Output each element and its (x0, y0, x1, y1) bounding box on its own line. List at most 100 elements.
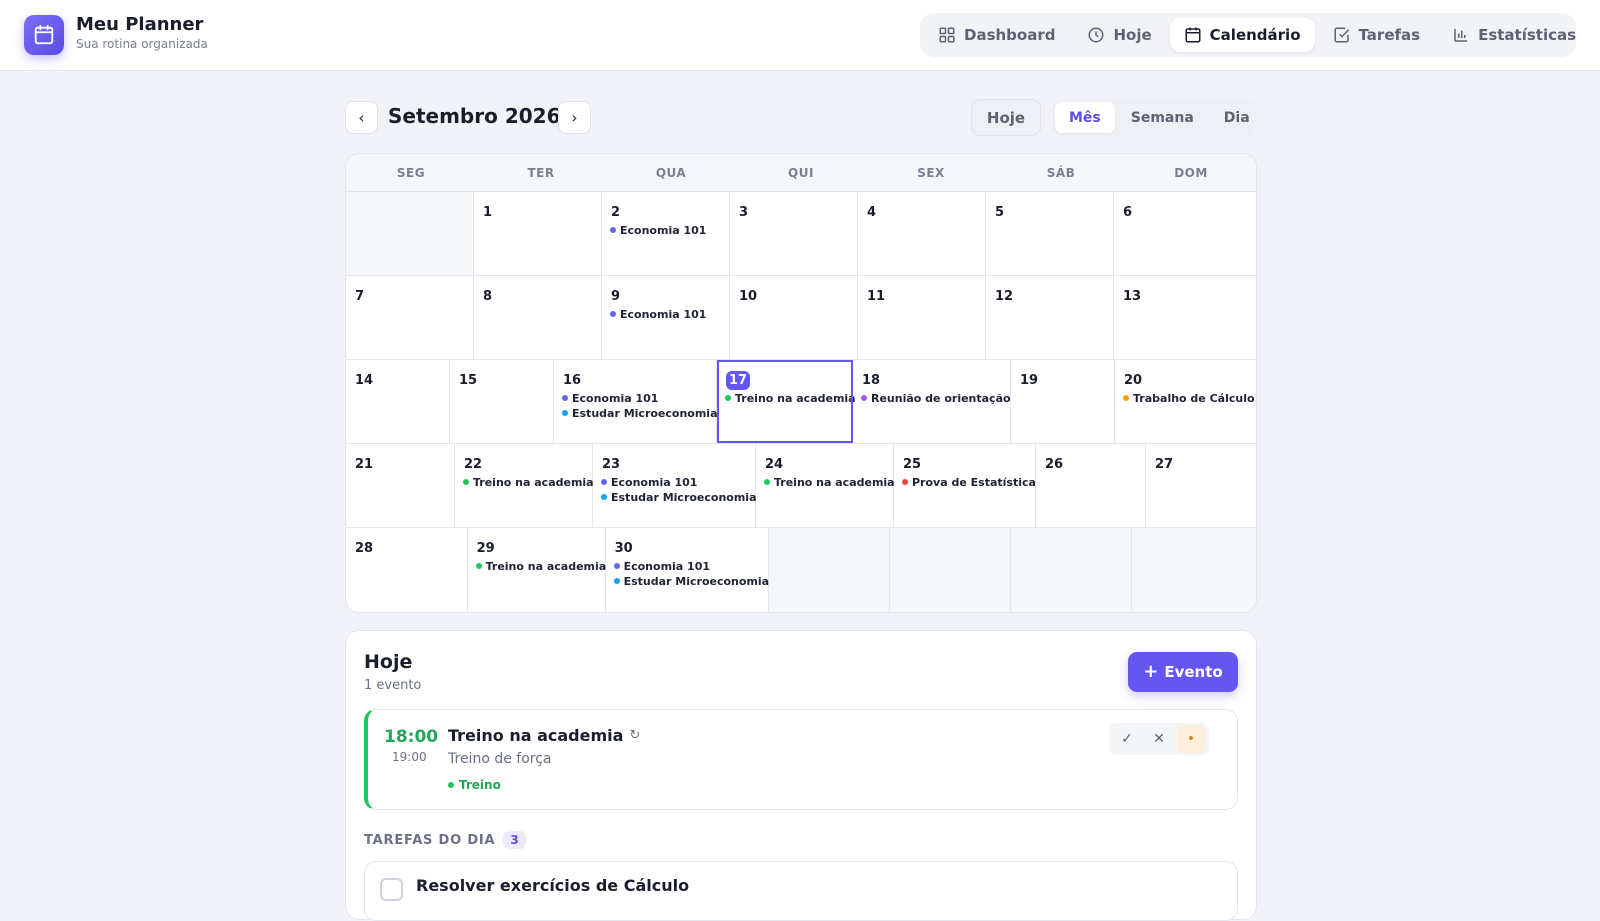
calendar-day[interactable]: 21 (346, 444, 455, 527)
calendar-day[interactable]: 28 (346, 528, 468, 612)
day-number: 12 (995, 286, 1107, 306)
calendar-event-chip[interactable]: Economia 101 (610, 307, 723, 321)
nav-tarefas[interactable]: Tarefas (1319, 18, 1435, 52)
calendar-event-chip[interactable]: Estudar Microeconomia (601, 490, 757, 504)
calendar-event-chip[interactable]: Treino na academia (725, 391, 856, 405)
calendar-day[interactable]: 8 (474, 276, 602, 359)
view-day[interactable]: Dia (1210, 102, 1264, 133)
day-number: 2 (611, 202, 723, 222)
cancel-event-button[interactable]: ✕ (1145, 725, 1173, 753)
day-number: 13 (1123, 286, 1238, 306)
day-number: 17 (726, 370, 846, 390)
day-number: 11 (867, 286, 979, 306)
calendar-event-label: Estudar Microeconomia (611, 490, 757, 504)
task-checkbox[interactable] (380, 878, 403, 901)
event-description: Treino de força (448, 751, 552, 767)
day-number: 23 (602, 454, 749, 474)
calendar-day[interactable]: 7 (346, 276, 474, 359)
event-category-label: Treino (459, 778, 501, 792)
calendar-day[interactable]: 4 (858, 192, 986, 275)
event-dot-icon (475, 563, 482, 569)
day-number: 10 (739, 286, 851, 306)
calendar-day[interactable]: 13 (1114, 276, 1244, 359)
calendar-day[interactable]: 15 (450, 360, 554, 443)
event-dot-icon (902, 479, 908, 485)
chevron-right-icon: › (571, 108, 578, 127)
day-number-text: 11 (867, 288, 886, 304)
nav-dashboard[interactable]: Dashboard (924, 18, 1069, 52)
calendar-day[interactable]: 26 (1036, 444, 1146, 527)
day-number: 6 (1123, 202, 1238, 222)
calendar-event-label: Prova de Estatística (912, 475, 1036, 489)
calendar-event-chip[interactable]: Trabalho de Cálculo (1123, 391, 1255, 405)
day-number-text: 6 (1123, 204, 1133, 220)
weekday-label: QUI (788, 165, 814, 180)
calendar-day[interactable]: 10 (730, 276, 858, 359)
calendar-event-label: Treino na academia (485, 559, 607, 573)
calendar-day-empty (1132, 528, 1256, 612)
calendar-event-label: Economia 101 (611, 475, 698, 489)
calendar-day-today[interactable]: 17 Treino na academia (717, 360, 856, 443)
nav-calendario[interactable]: Calendário (1169, 18, 1315, 52)
day-number-text: 28 (355, 540, 374, 556)
today-button[interactable]: Hoje (971, 99, 1041, 136)
calendar-day[interactable]: 6 (1114, 192, 1244, 275)
calendar-day[interactable]: 19 (1011, 360, 1115, 443)
calendar-day[interactable]: 9 Economia 101 (602, 276, 730, 359)
calendar-event-chip[interactable]: Reunião de orientação (861, 391, 1011, 405)
event-category-tag: Treino (448, 778, 501, 792)
view-week[interactable]: Semana (1117, 102, 1208, 133)
day-number: 29 (477, 538, 599, 558)
calendar-event-chip[interactable]: Treino na academia (475, 559, 606, 573)
add-event-button[interactable]: + Evento (1128, 652, 1238, 692)
calendar-event-chip[interactable]: Treino na academia (463, 475, 594, 489)
calendar-day[interactable]: 18 Reunião de orientação (853, 360, 1011, 443)
calendar-day[interactable]: 29 Treino na academia (467, 528, 606, 612)
calendar-day[interactable]: 20 Trabalho de Cálculo (1115, 360, 1255, 443)
calendar-day[interactable]: 23 Economia 101 Estudar Microeconomia (593, 444, 757, 527)
day-number: 20 (1124, 370, 1242, 390)
calendar-event-chip[interactable]: Economia 101 (610, 223, 723, 237)
calendar-day[interactable]: 22 Treino na academia (455, 444, 594, 527)
prev-month-button[interactable]: ‹ (345, 101, 378, 134)
nav-hoje[interactable]: Hoje (1073, 18, 1165, 52)
next-month-button[interactable]: › (558, 101, 591, 134)
calendar-day[interactable]: 30 Economia 101 Estudar Microeconomia (605, 528, 769, 612)
calendar-day[interactable]: 12 (986, 276, 1114, 359)
calendar-event-label: Estudar Microeconomia (623, 574, 770, 588)
calendar-event-chip[interactable]: Estudar Microeconomia (562, 406, 718, 420)
calendar-event-chip[interactable]: Economia 101 (562, 391, 710, 405)
calendar-day[interactable]: 14 (346, 360, 450, 443)
calendar-day[interactable]: 25 Prova de Estatística (894, 444, 1036, 527)
event-card[interactable]: 18:00 19:00 Treino na academia ↻ Treino … (364, 709, 1238, 810)
calendar-day[interactable]: 27 (1146, 444, 1248, 527)
tasks-section-header: TAREFAS DO DIA 3 (364, 831, 526, 849)
pending-event-button[interactable]: • (1177, 725, 1205, 753)
complete-event-button[interactable]: ✓ (1113, 725, 1141, 753)
day-number-text: 2 (611, 204, 621, 220)
calendar-event-chip[interactable]: Economia 101 (601, 475, 749, 489)
calendar-day[interactable]: 1 (474, 192, 602, 275)
event-dot-icon (613, 578, 620, 584)
weekday-label: SEX (917, 165, 945, 180)
calendar-day[interactable]: 3 (730, 192, 858, 275)
calendar-week: 21 22 Treino na academia 23 Economia 101 Estu… (346, 444, 1256, 528)
calendar-event-chip[interactable]: Prova de Estatística (902, 475, 1036, 489)
calendar-day[interactable]: 11 (858, 276, 986, 359)
view-month[interactable]: Mês (1055, 102, 1115, 133)
event-title: Treino na academia (448, 726, 624, 745)
day-number-text: 25 (903, 456, 922, 472)
calendar-day[interactable]: 5 (986, 192, 1114, 275)
calendar-event-chip[interactable]: Economia 101 (613, 559, 762, 573)
nav-estatisticas[interactable]: Estatísticas (1438, 18, 1590, 52)
calendar-event-chip[interactable]: Treino na academia (764, 475, 895, 489)
calendar-icon (1185, 27, 1201, 43)
calendar-day[interactable]: 16 Economia 101 Estudar Microeconomia (554, 360, 718, 443)
calendar-event-chip[interactable]: Estudar Microeconomia (613, 574, 769, 588)
calendar-day[interactable]: 2 Economia 101 (602, 192, 730, 275)
day-number-text: 21 (355, 456, 374, 472)
calendar-event-label: Estudar Microeconomia (572, 406, 718, 420)
event-dot-icon (861, 395, 867, 401)
calendar-day-empty (768, 528, 891, 612)
calendar-day[interactable]: 24 Treino na academia (756, 444, 895, 527)
